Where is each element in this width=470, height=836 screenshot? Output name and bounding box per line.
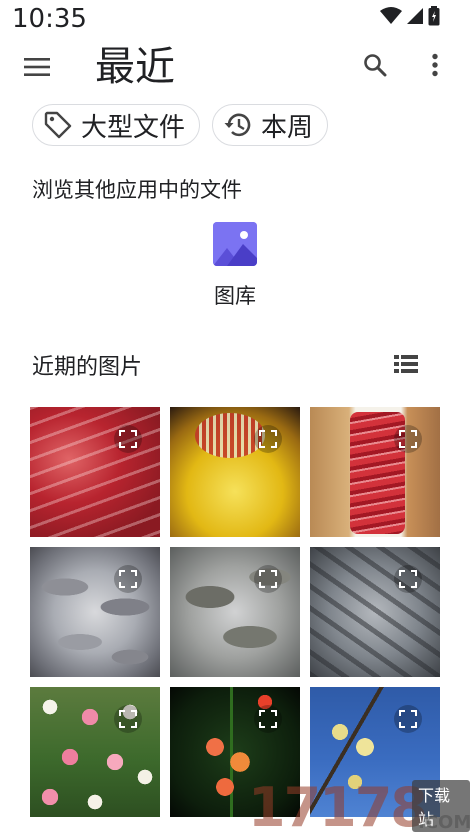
status-icons bbox=[380, 6, 440, 26]
list-view-toggle-button[interactable] bbox=[392, 350, 420, 378]
expand-icon bbox=[119, 430, 137, 448]
expand-preview-button[interactable] bbox=[394, 705, 422, 733]
menu-button[interactable] bbox=[20, 50, 54, 84]
expand-icon bbox=[399, 430, 417, 448]
image-thumbnail[interactable] bbox=[310, 407, 440, 537]
more-options-button[interactable] bbox=[420, 48, 450, 82]
image-thumbnail[interactable] bbox=[30, 687, 160, 817]
more-vertical-icon bbox=[432, 53, 438, 77]
hamburger-menu-icon bbox=[24, 58, 50, 76]
image-thumbnail[interactable] bbox=[310, 547, 440, 677]
expand-preview-button[interactable] bbox=[254, 705, 282, 733]
image-thumbnail[interactable] bbox=[170, 407, 300, 537]
history-clock-icon bbox=[224, 113, 251, 137]
expand-icon bbox=[119, 710, 137, 728]
app-tile-gallery[interactable]: 图库 bbox=[200, 222, 270, 310]
filter-chips: 大型文件 本周 bbox=[32, 104, 329, 146]
image-thumbnail[interactable] bbox=[310, 687, 440, 817]
gallery-icon bbox=[213, 222, 257, 266]
label-tag-icon bbox=[44, 111, 72, 139]
app-label: 图库 bbox=[214, 284, 256, 308]
expand-preview-button[interactable] bbox=[254, 565, 282, 593]
status-time: 10:35 bbox=[12, 4, 87, 34]
battery-icon bbox=[428, 6, 440, 26]
search-button[interactable] bbox=[358, 48, 392, 82]
recent-images-heading: 近期的图片 bbox=[32, 355, 143, 380]
cellular-signal-icon bbox=[407, 8, 423, 24]
chip-label: 本周 bbox=[261, 112, 314, 143]
expand-icon bbox=[399, 570, 417, 588]
expand-preview-button[interactable] bbox=[114, 565, 142, 593]
app-bar: 最近 bbox=[0, 40, 470, 96]
page-title: 最近 bbox=[95, 44, 175, 90]
image-thumbnail[interactable] bbox=[170, 687, 300, 817]
expand-preview-button[interactable] bbox=[394, 565, 422, 593]
image-thumbnail[interactable] bbox=[30, 407, 160, 537]
expand-preview-button[interactable] bbox=[114, 705, 142, 733]
expand-preview-button[interactable] bbox=[394, 425, 422, 453]
browse-apps-heading: 浏览其他应用中的文件 bbox=[32, 178, 242, 202]
expand-icon bbox=[399, 710, 417, 728]
chip-large-files[interactable]: 大型文件 bbox=[32, 104, 201, 146]
expand-icon bbox=[119, 570, 137, 588]
wifi-icon bbox=[380, 7, 402, 24]
search-icon bbox=[364, 54, 387, 77]
image-thumbnail[interactable] bbox=[170, 547, 300, 677]
expand-preview-button[interactable] bbox=[114, 425, 142, 453]
chip-this-week[interactable]: 本周 bbox=[212, 104, 329, 146]
recent-images-grid bbox=[30, 407, 440, 817]
status-bar: 10:35 bbox=[0, 0, 470, 40]
expand-icon bbox=[259, 710, 277, 728]
chip-label: 大型文件 bbox=[81, 112, 186, 143]
expand-preview-button[interactable] bbox=[254, 425, 282, 453]
expand-icon bbox=[259, 430, 277, 448]
expand-icon bbox=[259, 570, 277, 588]
list-view-icon bbox=[394, 355, 418, 373]
image-thumbnail[interactable] bbox=[30, 547, 160, 677]
